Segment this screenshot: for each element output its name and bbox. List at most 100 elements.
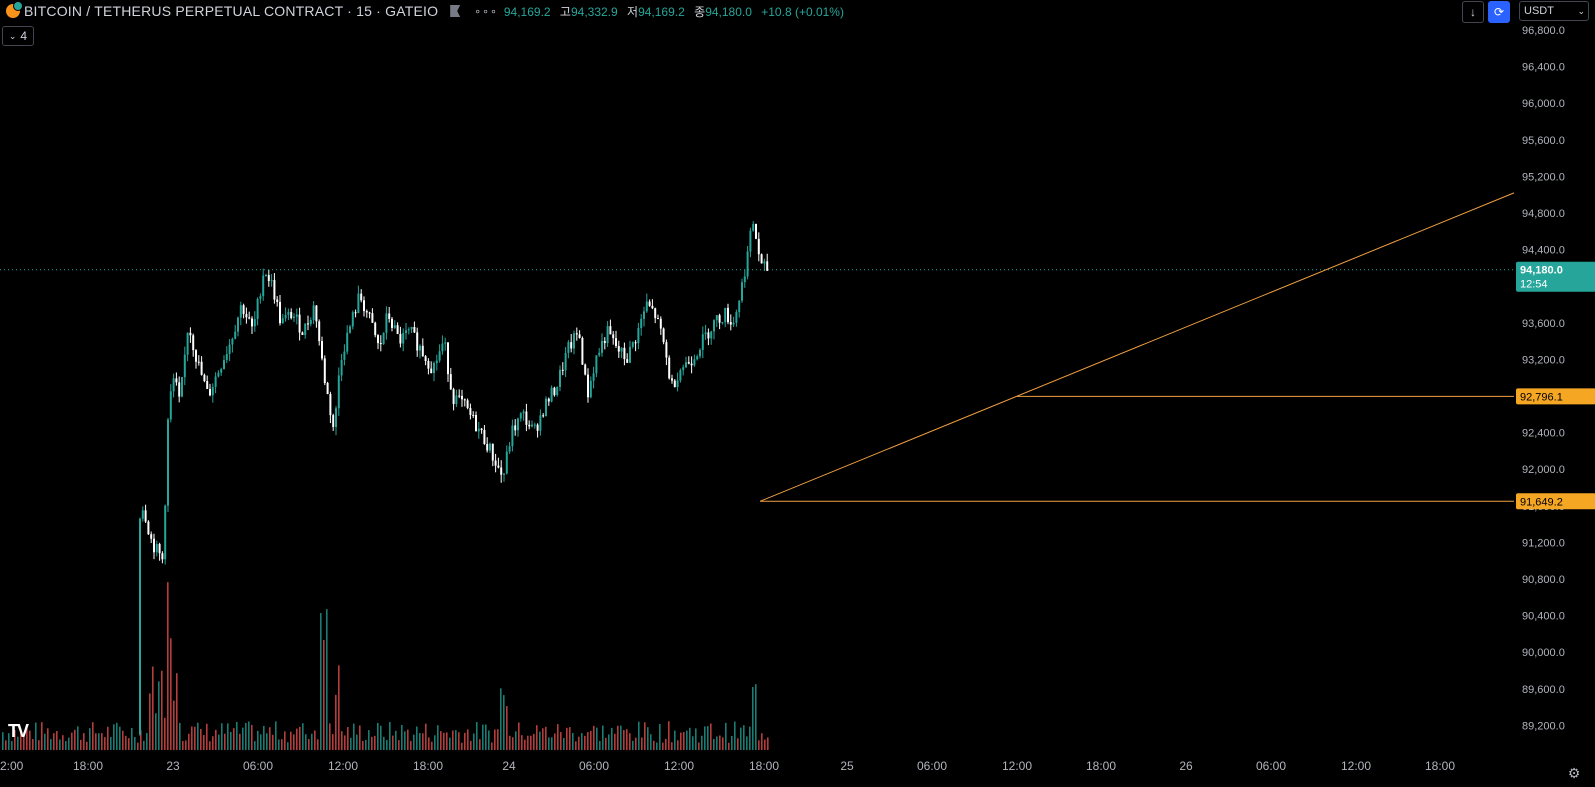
volume-bar (536, 725, 538, 750)
more-dots-icon[interactable]: ∘∘∘ (474, 5, 498, 18)
volume-bar (275, 721, 277, 750)
volume-bar (761, 733, 763, 750)
candle-body (743, 276, 746, 283)
volume-bar (638, 721, 640, 750)
candle-body (407, 329, 410, 331)
volume-bar (563, 737, 565, 750)
volume-bar (200, 728, 202, 750)
candle-body (374, 322, 377, 336)
volume-bar (719, 735, 721, 750)
candle-body (452, 389, 455, 405)
volume-bar (692, 736, 694, 750)
volume-bar (410, 740, 412, 750)
y-tick-label: 94,400.0 (1522, 245, 1565, 257)
download-button[interactable]: ↓ (1462, 1, 1484, 23)
candle-body (690, 363, 693, 366)
volume-bar (47, 728, 49, 750)
volume-bar (725, 722, 727, 750)
candle-body (617, 345, 620, 352)
volume-bar (758, 740, 760, 750)
volume-bar (308, 738, 310, 750)
x-tick-label: 18:00 (73, 759, 103, 773)
volume-bar (479, 739, 481, 750)
volume-bar (83, 733, 85, 750)
volume-bar (437, 725, 439, 750)
candle-body (343, 351, 346, 360)
candle-body (393, 325, 396, 328)
candle-body (197, 361, 200, 363)
volume-bar (401, 724, 403, 750)
volume-bar (662, 742, 664, 750)
volume-bar (197, 722, 199, 750)
candle-body (438, 351, 441, 361)
price-chart[interactable]: 96,800.0 96,400.0 96,000.0 95,600.0 95,200.0… (0, 0, 1595, 787)
candle-body (161, 553, 164, 560)
candle-body (682, 367, 685, 371)
candle-body (567, 342, 570, 353)
volume-bar (752, 687, 754, 750)
volume-bar (584, 735, 586, 750)
y-tick-label: 95,600.0 (1522, 135, 1565, 147)
volume-bar (269, 727, 271, 750)
candle-body (192, 335, 195, 351)
volume-bar (254, 741, 256, 750)
candle-body (699, 349, 701, 357)
candle-body (573, 333, 575, 349)
volume-bar (98, 733, 100, 750)
candle-body (550, 387, 553, 402)
candle-body (477, 428, 480, 432)
volume-bar (158, 681, 160, 750)
candle-body (707, 332, 710, 339)
candle-body (659, 318, 662, 329)
volume-bar (434, 735, 436, 750)
candle-body (766, 261, 769, 271)
volume-bar (689, 727, 691, 750)
volume-bar (314, 730, 316, 750)
volume-bar (176, 673, 178, 750)
y-tick-label: 90,800.0 (1522, 574, 1565, 586)
volume-bar (542, 728, 544, 750)
trendline[interactable] (759, 192, 1515, 502)
candle-body (368, 312, 371, 314)
volume-bar (746, 736, 748, 750)
volume-bar (311, 733, 313, 750)
volume-bar (641, 737, 643, 750)
volume-bar (152, 666, 154, 750)
candle-body (458, 395, 461, 397)
candle-body (556, 386, 559, 396)
candle-body (231, 338, 234, 345)
volume-bar (680, 732, 682, 750)
candle-body (696, 356, 699, 360)
volume-bar (305, 734, 307, 750)
candle-body (441, 343, 444, 352)
x-tick-label: 06:00 (243, 759, 273, 773)
candle-body (340, 359, 343, 376)
candle-body (183, 354, 186, 378)
candle-body (203, 374, 206, 382)
candle-body (738, 300, 741, 313)
volume-bar (599, 740, 601, 750)
x-tick-label: 12:00 (1002, 759, 1032, 773)
chevron-down-icon: ⌄ (1577, 5, 1585, 16)
currency-select[interactable]: USDT ⌄ (1519, 1, 1589, 21)
sync-button[interactable]: ⟳ (1488, 1, 1510, 23)
volume-bar (188, 733, 190, 750)
candle-body (399, 333, 402, 344)
y-tick-label: 92,400.0 (1522, 428, 1565, 440)
candle-body (542, 415, 545, 417)
candle-body (595, 355, 598, 374)
symbol-title[interactable]: BITCOIN / TETHERUS PERPETUAL CONTRACT · … (24, 3, 438, 19)
volume-bar (101, 733, 103, 750)
volume-bar (674, 730, 676, 750)
volume-bar (218, 734, 220, 750)
flag-icon[interactable] (450, 5, 461, 17)
legend-toggle-button[interactable]: ⌄ 4 (2, 26, 34, 46)
volume-bar (5, 740, 7, 750)
y-tick-label: 93,200.0 (1522, 354, 1565, 366)
candle-body (337, 375, 340, 409)
candle-body (365, 311, 368, 313)
candle-body (749, 230, 752, 252)
x-tick-label: 18:00 (413, 759, 443, 773)
settings-gear-icon[interactable]: ⚙ (1566, 765, 1582, 781)
candle-body (601, 340, 603, 353)
